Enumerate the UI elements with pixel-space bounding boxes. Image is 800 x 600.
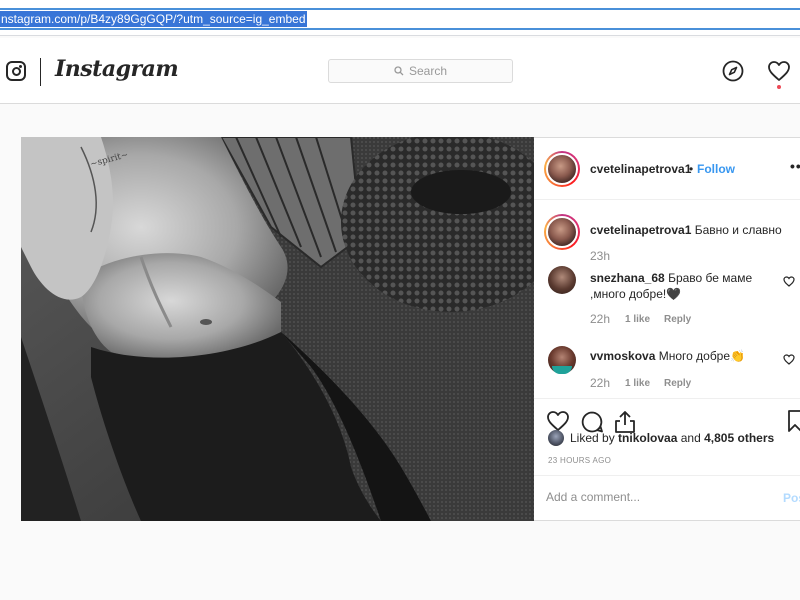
post-timestamp[interactable]: 23 HOURS AGO — [548, 456, 611, 465]
post-comment-button[interactable]: Post — [783, 491, 800, 505]
comment-like-heart-icon[interactable] — [783, 354, 795, 365]
caption-body: Бавно и славно — [694, 223, 782, 237]
comment-body: Много добре👏 — [658, 349, 745, 363]
add-comment-box: Post — [534, 475, 800, 521]
url-text-selected: nstagram.com/p/B4zy89GgGQP/?utm_source=i… — [0, 11, 307, 27]
post-side-panel: cvetelinapetrova1 • Follow ••• cvetelina… — [534, 137, 800, 521]
comment-username[interactable]: snezhana_68 — [590, 271, 665, 285]
header-divider — [40, 58, 41, 86]
post-photo[interactable]: ~spirit~ — [21, 137, 534, 521]
comment-input[interactable] — [546, 490, 766, 504]
liker-avatar[interactable] — [548, 430, 564, 446]
comment-like-heart-icon[interactable] — [783, 276, 795, 287]
caption-avatar[interactable] — [544, 214, 580, 250]
post-author-row: cvetelinapetrova1 • Follow ••• — [534, 138, 800, 200]
url-field[interactable]: nstagram.com/p/B4zy89GgGQP/?utm_source=i… — [0, 8, 800, 30]
comment-reply-button[interactable]: Reply — [664, 378, 691, 389]
caption-username[interactable]: cvetelinapetrova1 — [590, 223, 691, 237]
compass-icon[interactable] — [722, 60, 744, 82]
author-username[interactable]: cvetelinapetrova1 — [590, 162, 691, 176]
caption: cvetelinapetrova1 Бавно и славно — [590, 223, 782, 237]
liker-username[interactable]: tnikolovaa — [618, 431, 677, 445]
author-separator: • — [689, 162, 694, 176]
search-placeholder: Search — [408, 64, 448, 78]
follow-button[interactable]: Follow — [697, 162, 735, 176]
instagram-header: Instagram Search — [0, 38, 800, 104]
more-options-button[interactable]: ••• — [790, 158, 800, 174]
heart-icon[interactable] — [767, 60, 791, 82]
search-icon — [394, 66, 404, 76]
comment-time[interactable]: 22h — [590, 376, 610, 390]
comment-username[interactable]: vvmoskova — [590, 349, 655, 363]
comments-list[interactable]: cvetelinapetrova1 Бавно и славно 23h sne… — [534, 200, 800, 398]
likes-prefix: Liked by — [570, 431, 615, 445]
notification-dot — [777, 85, 781, 89]
likes-others[interactable]: 4,805 others — [704, 431, 774, 445]
caption-time[interactable]: 23h — [590, 249, 610, 263]
comment-likes[interactable]: 1 like — [625, 378, 650, 389]
likes-conj: and — [680, 431, 701, 445]
comment-text: snezhana_68 Браво бе маме ,много добре!🖤 — [590, 270, 780, 302]
search-input[interactable]: Search — [328, 59, 513, 83]
likes-summary: Liked by tnikolovaa and 4,805 others — [548, 430, 774, 446]
comment-likes[interactable]: 1 like — [625, 314, 650, 325]
comment-reply-button[interactable]: Reply — [664, 314, 691, 325]
comment-avatar[interactable] — [548, 346, 576, 374]
instagram-logo[interactable]: Instagram — [55, 56, 179, 82]
bookmark-icon[interactable] — [788, 410, 800, 432]
instagram-camera-icon[interactable] — [6, 61, 26, 81]
browser-address-bar: nstagram.com/p/B4zy89GgGQP/?utm_source=i… — [0, 0, 800, 36]
post-photo-image: ~spirit~ — [21, 137, 534, 521]
author-avatar[interactable] — [544, 151, 580, 187]
comment-time[interactable]: 22h — [590, 312, 610, 326]
comment-text: vvmoskova Много добре👏 — [590, 349, 745, 363]
like-heart-icon[interactable] — [546, 410, 570, 432]
comment-avatar[interactable] — [548, 266, 576, 294]
